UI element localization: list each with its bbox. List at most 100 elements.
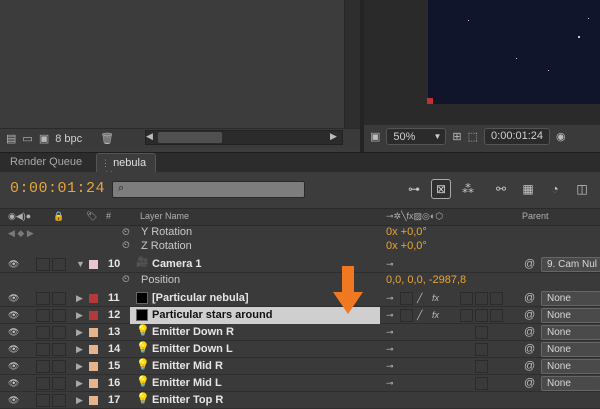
parent-select[interactable]: None xyxy=(541,376,600,391)
layer-name-cell[interactable]: 💡 Emitter Mid L xyxy=(130,375,380,392)
quality-switch-icon[interactable]: ╱ xyxy=(417,293,422,304)
layer-name-cell[interactable]: 💡 Emitter Top R xyxy=(130,392,380,409)
label-color[interactable] xyxy=(89,294,98,303)
lock-switch[interactable] xyxy=(52,292,66,305)
frame-blend-switch[interactable] xyxy=(460,292,473,305)
eye-icon[interactable]: 👁 xyxy=(8,378,20,388)
parent-select[interactable]: 9. Cam Nul xyxy=(541,257,600,272)
eye-icon[interactable]: 👁 xyxy=(8,293,20,303)
quality-switch-icon[interactable]: ╱ xyxy=(417,310,422,321)
parent-select[interactable]: None xyxy=(541,325,600,340)
layer-row-emitter-top-r[interactable]: 👁 ▶ 17 💡 Emitter Top R xyxy=(0,392,600,409)
eye-icon[interactable]: 👁 xyxy=(8,327,20,337)
layer-row-emitter-mid-l[interactable]: 👁 ▶ 16 💡 Emitter Mid L ⊸ @ None xyxy=(0,375,600,392)
fx-switch-icon[interactable]: fx xyxy=(432,310,439,320)
collapse-switch[interactable] xyxy=(400,309,413,322)
pick-whip-icon[interactable]: @ xyxy=(524,360,535,372)
stopwatch-icon[interactable]: ⏲ xyxy=(122,274,130,285)
number-header[interactable]: # xyxy=(106,211,111,221)
motion-blur-icon[interactable]: ◔ xyxy=(545,179,565,199)
motion-blur-switch[interactable] xyxy=(475,326,488,339)
scroll-thumb[interactable] xyxy=(158,132,222,143)
always-preview-icon[interactable]: ▣ xyxy=(370,130,380,143)
comp-mini-flowchart-icon[interactable]: ⊶ xyxy=(404,179,424,199)
scroll-right-arrow-icon[interactable]: ▶ xyxy=(330,131,340,144)
new-composition-icon[interactable]: ▣ xyxy=(39,132,49,145)
label-color[interactable] xyxy=(89,362,98,371)
label-header-icon[interactable]: 🏷 xyxy=(86,211,97,222)
layer-name-cell[interactable]: 💡 Emitter Mid R xyxy=(130,358,380,375)
layer-row-emitter-down-r[interactable]: 👁 ▶ 13 💡 Emitter Down R ⊸ @ None xyxy=(0,324,600,341)
shy-switch-icon[interactable]: ⊸ xyxy=(386,327,394,338)
eye-icon[interactable]: 👁 xyxy=(8,361,20,371)
region-of-interest-icon[interactable]: ⬚ xyxy=(468,130,478,143)
twirl-collapsed-icon[interactable]: ▶ xyxy=(76,344,83,355)
pick-whip-icon[interactable]: @ xyxy=(524,292,535,304)
solo-switch[interactable] xyxy=(36,309,50,322)
shy-switch-icon[interactable]: ⊸ xyxy=(386,310,394,321)
pick-whip-icon[interactable]: @ xyxy=(524,343,535,355)
grid-icon[interactable]: ⊞ xyxy=(452,130,461,143)
eye-icon[interactable]: 👁 xyxy=(8,344,20,354)
motion-blur-switch[interactable] xyxy=(475,360,488,373)
layer-search-input[interactable] xyxy=(112,181,305,198)
label-color[interactable] xyxy=(89,260,98,269)
parent-select[interactable]: None xyxy=(541,342,600,357)
bit-depth-label[interactable]: 8 bpc xyxy=(55,133,82,145)
shy-switch-icon[interactable]: ⊸ xyxy=(386,293,394,304)
motion-blur-switch[interactable] xyxy=(475,309,488,322)
label-color[interactable] xyxy=(89,345,98,354)
composition-canvas[interactable] xyxy=(428,0,600,104)
label-color[interactable] xyxy=(89,328,98,337)
parent-select[interactable]: None xyxy=(541,291,600,306)
motion-blur-switch[interactable] xyxy=(475,377,488,390)
stopwatch-icon[interactable]: ⏲ xyxy=(122,227,130,238)
tab-nebula[interactable]: ⋮ nebula ✕ xyxy=(96,153,156,181)
lock-switch[interactable] xyxy=(52,377,66,390)
shy-switch-icon[interactable]: ⊸ xyxy=(386,344,394,355)
shy-switch-icon[interactable]: ⊸ xyxy=(386,378,394,389)
lock-switch[interactable] xyxy=(52,326,66,339)
stopwatch-icon[interactable]: ⏲ xyxy=(122,240,130,251)
frame-blending-icon[interactable]: ▦ xyxy=(518,179,538,199)
layer-row-particular-nebula[interactable]: 👁 ▶ 11 [Particular nebula] ⊸ ╱ fx @ None xyxy=(0,290,600,307)
pick-whip-icon[interactable]: @ xyxy=(524,326,535,338)
label-color[interactable] xyxy=(89,379,98,388)
twirl-collapsed-icon[interactable]: ▶ xyxy=(76,310,83,321)
adjustment-switch[interactable] xyxy=(490,309,503,322)
lock-switch[interactable] xyxy=(52,258,66,271)
layer-row-particular-stars-around[interactable]: 👁 ▶ 12 Particular stars around ⊸ ╱ fx @ … xyxy=(0,307,600,324)
eye-icon[interactable]: 👁 xyxy=(8,395,20,405)
draft-3d-icon[interactable]: ⁂ xyxy=(458,179,478,199)
tab-render-queue[interactable]: Render Queue xyxy=(0,152,94,172)
fx-switch-icon[interactable]: fx xyxy=(432,293,439,303)
lock-switch[interactable] xyxy=(52,360,66,373)
lock-switch[interactable] xyxy=(52,394,66,407)
eye-icon[interactable]: 👁 xyxy=(8,259,20,269)
property-value[interactable]: 0x +0,0° xyxy=(386,226,427,238)
twirl-collapsed-icon[interactable]: ▶ xyxy=(76,327,83,338)
parent-select[interactable]: None xyxy=(541,308,600,323)
graph-editor-icon[interactable]: ◫ xyxy=(572,179,592,199)
layer-name-cell[interactable]: 💡 Emitter Down L xyxy=(130,341,380,358)
label-color[interactable] xyxy=(89,311,98,320)
solo-switch[interactable] xyxy=(36,326,50,339)
twirl-collapsed-icon[interactable]: ▶ xyxy=(76,293,83,304)
solo-switch[interactable] xyxy=(36,360,50,373)
layer-anchor-handle[interactable] xyxy=(427,98,433,104)
twirl-collapsed-icon[interactable]: ▶ xyxy=(76,378,83,389)
current-time-display[interactable]: 0:00:01:24 xyxy=(10,180,105,197)
solo-switch[interactable] xyxy=(36,377,50,390)
shy-switch-icon[interactable]: ⊸ xyxy=(386,259,394,270)
property-value[interactable]: 0,0, 0,0, -2987,8 xyxy=(386,274,466,286)
av-features-header-icon[interactable]: ◉◀)● xyxy=(8,211,31,222)
layer-name-header[interactable]: Layer Name xyxy=(140,211,189,221)
layer-row-camera-1[interactable]: 👁 ▼ 10 🎥 Camera 1 ⊸ @ 9. Cam Nul xyxy=(0,256,600,273)
solo-switch[interactable] xyxy=(36,258,50,271)
hide-shy-layers-icon[interactable]: ⚯ xyxy=(491,179,511,199)
motion-blur-switch[interactable] xyxy=(475,343,488,356)
viewer-current-time[interactable]: 0:00:01:24 xyxy=(484,128,551,145)
switches-header-icons[interactable]: ⊸✲╲fx▨◎◐⬡ xyxy=(386,211,443,222)
scroll-left-arrow-icon[interactable]: ◀ xyxy=(146,131,156,144)
lock-header-icon[interactable]: 🔒 xyxy=(53,211,64,222)
